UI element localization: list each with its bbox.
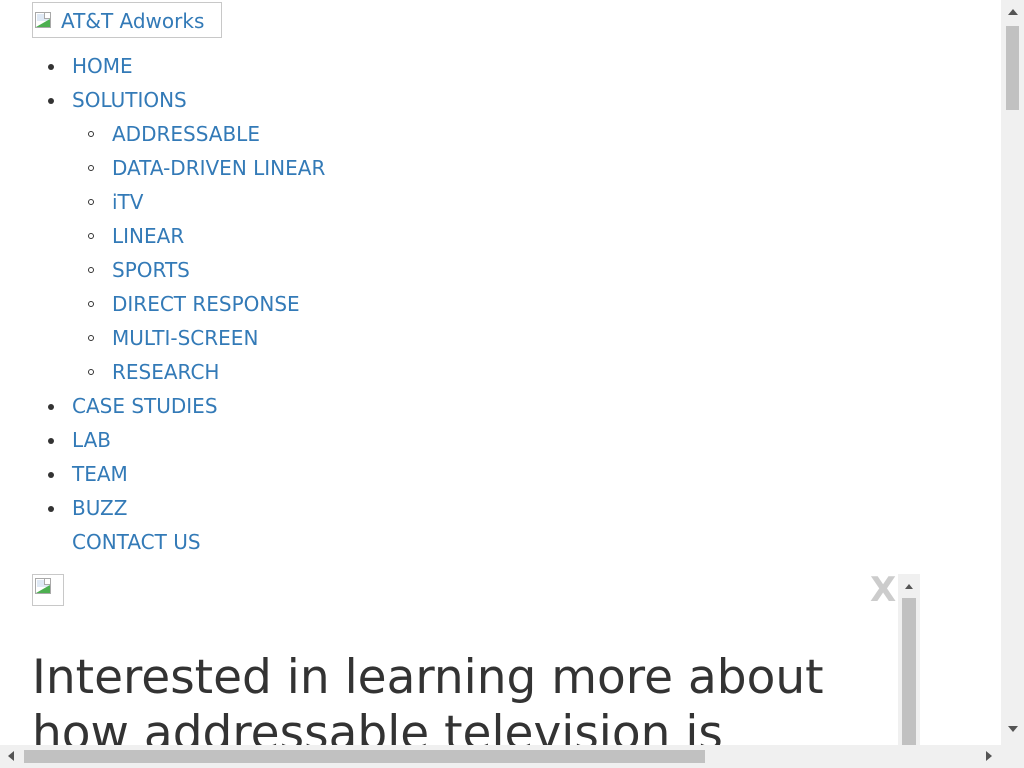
scroll-left-arrow-icon[interactable]	[8, 751, 14, 761]
close-button[interactable]: X	[870, 570, 896, 610]
logo-alt-text: AT&T Adworks	[61, 9, 205, 33]
nav-link-lab[interactable]: LAB	[72, 428, 111, 452]
bullet	[48, 506, 54, 512]
scrollbar-thumb[interactable]	[902, 598, 916, 745]
nav-link-home[interactable]: HOME	[72, 54, 133, 78]
broken-image-icon	[35, 578, 51, 594]
submenu-item-addressable: ADDRESSABLE	[72, 117, 325, 151]
nav-item-contact-us: CONTACT US	[32, 525, 325, 559]
solutions-submenu: ADDRESSABLE DATA-DRIVEN LINEAR iTV LINEA…	[72, 117, 325, 389]
nav-link-linear[interactable]: LINEAR	[112, 224, 184, 248]
submenu-item-multi-screen: MULTI-SCREEN	[72, 321, 325, 355]
popup-image	[32, 574, 64, 606]
page-viewport: AT&T Adworks HOME SOLUTIONS ADDRESSABLE …	[0, 0, 1001, 745]
nav-link-buzz[interactable]: BUZZ	[72, 496, 127, 520]
nav-link-solutions[interactable]: SOLUTIONS	[72, 88, 187, 112]
site-logo[interactable]: AT&T Adworks	[32, 2, 222, 38]
bullet	[48, 64, 54, 70]
nav-link-case-studies[interactable]: CASE STUDIES	[72, 394, 218, 418]
nav-item-buzz: BUZZ	[32, 491, 325, 525]
scroll-up-arrow-icon[interactable]	[905, 584, 913, 589]
nav-link-multi-screen[interactable]: MULTI-SCREEN	[112, 326, 258, 350]
scroll-down-arrow-icon[interactable]	[1008, 726, 1018, 732]
nav-link-data-driven-linear[interactable]: DATA-DRIVEN LINEAR	[112, 156, 325, 180]
nav-item-lab: LAB	[32, 423, 325, 457]
nav-link-addressable[interactable]: ADDRESSABLE	[112, 122, 260, 146]
nav-link-contact-us[interactable]: CONTACT US	[72, 530, 201, 554]
scroll-up-arrow-icon[interactable]	[1008, 9, 1018, 15]
bullet	[48, 404, 54, 410]
bullet	[88, 165, 94, 171]
submenu-item-sports: SPORTS	[72, 253, 325, 287]
bullet	[88, 131, 94, 137]
nav-item-home: HOME	[32, 49, 325, 83]
nav-link-sports[interactable]: SPORTS	[112, 258, 190, 282]
main-nav: HOME SOLUTIONS ADDRESSABLE DATA-DRIVEN L…	[32, 49, 325, 559]
nav-link-team[interactable]: TEAM	[72, 462, 128, 486]
page-horizontal-scrollbar[interactable]	[0, 745, 1001, 768]
bullet	[48, 472, 54, 478]
popup-heading: Interested in learning more about how ad…	[32, 650, 824, 745]
bullet	[88, 233, 94, 239]
nav-link-itv[interactable]: iTV	[112, 190, 143, 214]
nav-link-direct-response[interactable]: DIRECT RESPONSE	[112, 292, 300, 316]
bullet	[88, 335, 94, 341]
scrollbar-corner	[1001, 745, 1024, 768]
scroll-right-arrow-icon[interactable]	[986, 751, 992, 761]
submenu-item-direct-response: DIRECT RESPONSE	[72, 287, 325, 321]
bullet	[88, 301, 94, 307]
scrollbar-thumb[interactable]	[24, 750, 705, 763]
scrollbar-thumb[interactable]	[1006, 26, 1019, 110]
nav-item-solutions: SOLUTIONS ADDRESSABLE DATA-DRIVEN LINEAR…	[32, 83, 325, 389]
page-vertical-scrollbar[interactable]	[1001, 0, 1024, 745]
popup-scrollbar[interactable]	[898, 574, 920, 745]
bullet	[88, 199, 94, 205]
bullet	[48, 98, 54, 104]
submenu-item-research: RESEARCH	[72, 355, 325, 389]
nav-link-research[interactable]: RESEARCH	[112, 360, 219, 384]
bullet	[88, 267, 94, 273]
submenu-item-data-driven-linear: DATA-DRIVEN LINEAR	[72, 151, 325, 185]
bullet	[48, 438, 54, 444]
bullet	[88, 369, 94, 375]
signup-popup: X Interested in learning more about how …	[32, 570, 920, 745]
nav-item-team: TEAM	[32, 457, 325, 491]
submenu-item-linear: LINEAR	[72, 219, 325, 253]
submenu-item-itv: iTV	[72, 185, 325, 219]
nav-item-case-studies: CASE STUDIES	[32, 389, 325, 423]
broken-image-icon	[35, 12, 51, 28]
